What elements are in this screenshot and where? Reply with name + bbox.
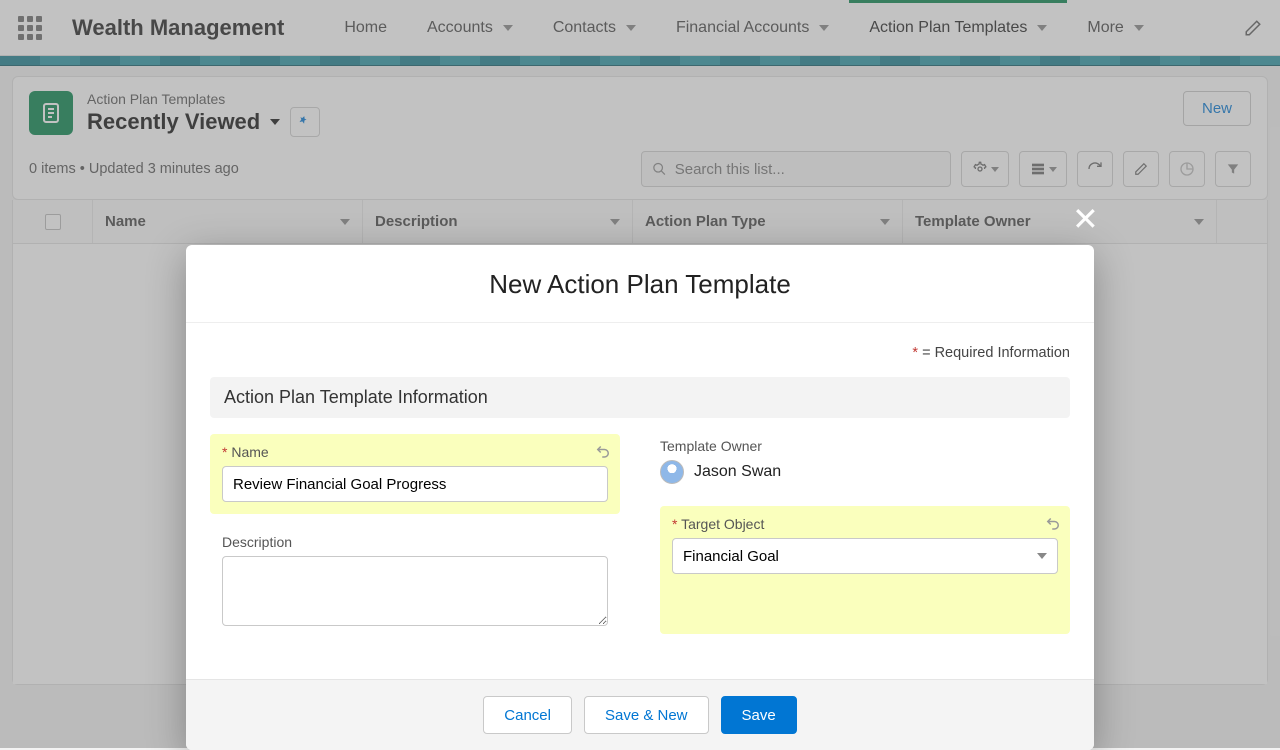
- description-label: Description: [222, 534, 608, 550]
- undo-icon[interactable]: [1044, 514, 1062, 532]
- owner-field: Template Owner Jason Swan: [660, 434, 1070, 496]
- new-template-modal: New Action Plan Template * = Required In…: [186, 245, 1094, 750]
- close-icon[interactable]: ✕: [1072, 200, 1099, 238]
- cancel-button[interactable]: Cancel: [483, 696, 572, 734]
- section-header: Action Plan Template Information: [210, 377, 1070, 418]
- avatar-icon: [660, 460, 684, 484]
- target-object-select[interactable]: Financial Goal: [672, 538, 1058, 574]
- required-legend: * = Required Information: [210, 345, 1070, 361]
- target-object-label: * Target Object: [672, 516, 1058, 532]
- target-object-value: Financial Goal: [683, 548, 779, 565]
- save-button[interactable]: Save: [721, 696, 797, 734]
- required-legend-text: = Required Information: [918, 345, 1070, 361]
- description-field: Description: [210, 524, 620, 643]
- owner-label: Template Owner: [660, 438, 1070, 454]
- owner-value: Jason Swan: [660, 460, 1070, 484]
- chevron-down-icon: [1037, 553, 1047, 559]
- owner-name: Jason Swan: [694, 463, 781, 481]
- modal-footer: Cancel Save & New Save: [186, 679, 1094, 750]
- name-field: * Name: [210, 434, 620, 514]
- name-input[interactable]: [222, 466, 608, 502]
- undo-icon[interactable]: [594, 442, 612, 460]
- description-input[interactable]: [222, 556, 608, 626]
- modal-title: New Action Plan Template: [186, 245, 1094, 323]
- name-label: * Name: [222, 444, 608, 460]
- save-and-new-button[interactable]: Save & New: [584, 696, 709, 734]
- target-object-field: * Target Object Financial Goal: [660, 506, 1070, 634]
